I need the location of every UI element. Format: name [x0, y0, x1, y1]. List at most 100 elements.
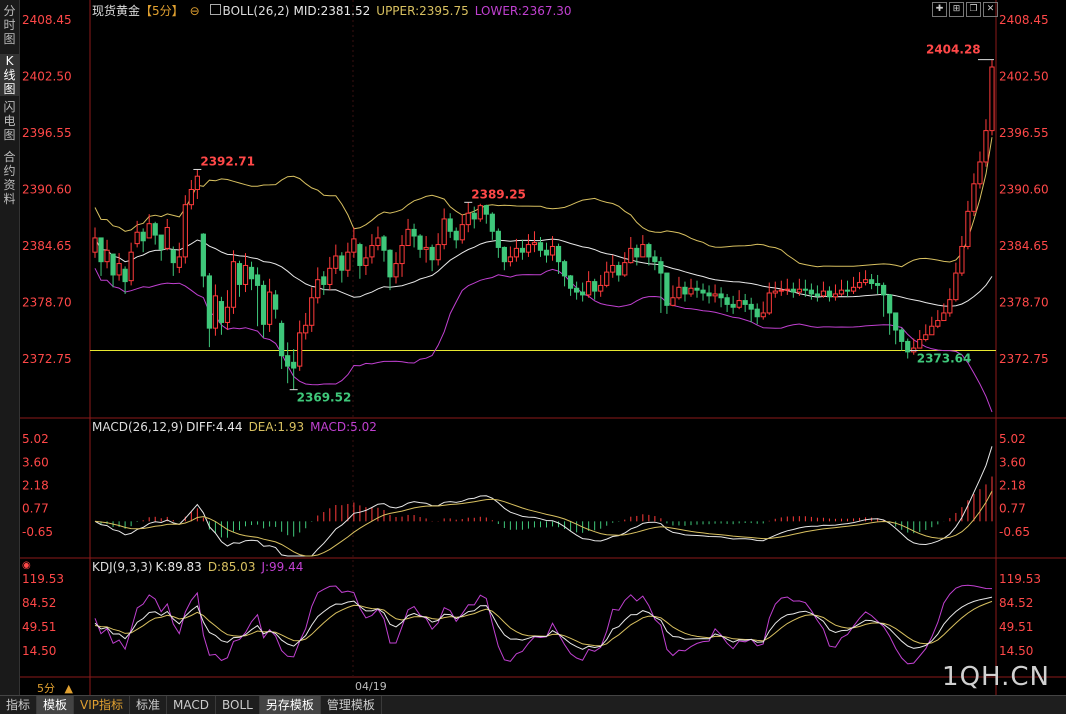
candle-body [736, 300, 742, 308]
candle-body [580, 291, 586, 296]
candle-body [176, 256, 182, 268]
candle-body [923, 334, 929, 341]
period-selector[interactable]: 5分 ▲ [37, 680, 73, 696]
candle-body [862, 279, 869, 284]
sidebar-tab-2[interactable]: 闪电图 [0, 100, 19, 142]
candle-body [971, 183, 977, 212]
boll-checkbox-icon[interactable] [209, 4, 221, 15]
candle-body [844, 289, 851, 292]
candle-body [122, 268, 128, 283]
candle-body [363, 257, 369, 266]
candle-body [929, 325, 935, 336]
candle-body [646, 244, 652, 258]
candle-body [561, 261, 568, 277]
boll-upper: UPPER:2395.75 [376, 4, 469, 18]
candle-body [441, 218, 447, 246]
bottom-tab-1[interactable]: 模板 [37, 696, 75, 714]
candle-body [297, 332, 303, 367]
candle-body [838, 289, 845, 295]
candle-body [309, 297, 315, 326]
candle-body [730, 303, 736, 308]
bottom-tab-3[interactable]: 标准 [130, 696, 168, 714]
candle-body [273, 294, 279, 310]
sidebar-tab-1[interactable]: K线图 [0, 54, 19, 96]
chart-area[interactable]: 2408.45 2408.45 2402.50 2402.50 2396.55 2396.… [20, 0, 1066, 695]
candle-body [194, 175, 200, 191]
candle-body [537, 242, 544, 251]
macd-tick-left: 0.77 [22, 502, 49, 516]
candle-body [507, 256, 513, 263]
candle-body [586, 281, 592, 296]
price-tick-right: 2402.50 [999, 70, 1049, 84]
candle-body [242, 264, 249, 285]
candle-body [327, 267, 333, 285]
candle-body [766, 292, 772, 314]
candle-body [868, 279, 875, 285]
candle-body [778, 289, 784, 292]
candle-body [393, 263, 399, 278]
kdj-tick-right: 49.51 [999, 620, 1033, 634]
kdj-tick-left: 14.50 [22, 644, 56, 658]
bottom-tab-5[interactable]: BOLL [216, 696, 260, 714]
candle-body [694, 287, 700, 291]
candle-body [543, 249, 550, 256]
candle-body [652, 256, 658, 263]
kdj-tick-right: 84.52 [999, 596, 1033, 610]
bottom-tab-7[interactable]: 管理模板 [321, 696, 382, 714]
macd-tick-right: 0.77 [999, 502, 1026, 516]
candle-body [555, 245, 562, 263]
candle-body [483, 205, 489, 215]
candle-body [279, 322, 285, 357]
price-tick-left: 2396.55 [22, 126, 72, 140]
candle-body [875, 283, 881, 286]
candle-body [266, 291, 273, 325]
candle-body [435, 244, 441, 261]
close-icon[interactable]: ✕ [983, 2, 998, 17]
candle-body [303, 324, 309, 334]
settings-icon[interactable]: ⊖ [190, 4, 200, 18]
candle-body [164, 226, 170, 249]
macd-dea: DEA:1.93 [248, 420, 305, 434]
candle-body [387, 249, 393, 278]
chart-canvas[interactable]: 2408.45 2408.45 2402.50 2402.50 2396.55 2396.… [20, 0, 1066, 695]
macd-diff: DIFF:4.44 [186, 420, 243, 434]
kdj-settings-icon[interactable]: ◉ [22, 560, 31, 571]
candle-body [772, 290, 778, 294]
candle-body [742, 300, 748, 305]
candle-body [814, 293, 821, 297]
zoom-fit-icon[interactable]: ⊞ [949, 2, 964, 17]
candle-body [935, 320, 941, 327]
kdj-k: K:89.83 [155, 560, 202, 574]
candle-body [399, 245, 405, 265]
candle-body [784, 288, 790, 291]
restore-icon[interactable]: ❐ [966, 2, 981, 17]
boll-name: BOLL(26,2) [222, 4, 290, 18]
crosshair-icon[interactable]: ✚ [932, 2, 947, 17]
candle-body [850, 286, 857, 292]
sidebar-tab-0[interactable]: 分时图 [0, 4, 19, 46]
macd-tick-right: -0.65 [999, 525, 1030, 539]
sidebar-tab-3[interactable]: 合约资料 [0, 150, 19, 206]
macd-name: MACD(26,12,9) [92, 420, 184, 434]
candle-body [712, 293, 718, 297]
price-tick-left: 2384.65 [22, 239, 72, 253]
bottom-tab-6[interactable]: 另存模板 [259, 696, 321, 714]
candle-body [375, 237, 381, 247]
candle-body [188, 189, 194, 206]
candle-body [917, 339, 923, 349]
candle-body [459, 224, 465, 241]
bottom-tab-0[interactable]: 指标 [0, 696, 38, 714]
bottom-tab-2[interactable]: VIP指标 [74, 696, 131, 714]
candle-body [381, 236, 387, 251]
candle-body [92, 237, 98, 253]
kdj-tick-left: 84.52 [22, 596, 56, 610]
candle-body [670, 297, 676, 306]
candle-body [351, 238, 357, 253]
candle-body [893, 312, 899, 331]
bottom-tab-4[interactable]: MACD [167, 696, 217, 714]
kdj-tick-right: 119.53 [999, 572, 1041, 586]
candle-body [634, 247, 640, 258]
candle-body [592, 281, 598, 292]
kdj-j: J:99.44 [261, 560, 304, 574]
candle-body [899, 329, 905, 342]
